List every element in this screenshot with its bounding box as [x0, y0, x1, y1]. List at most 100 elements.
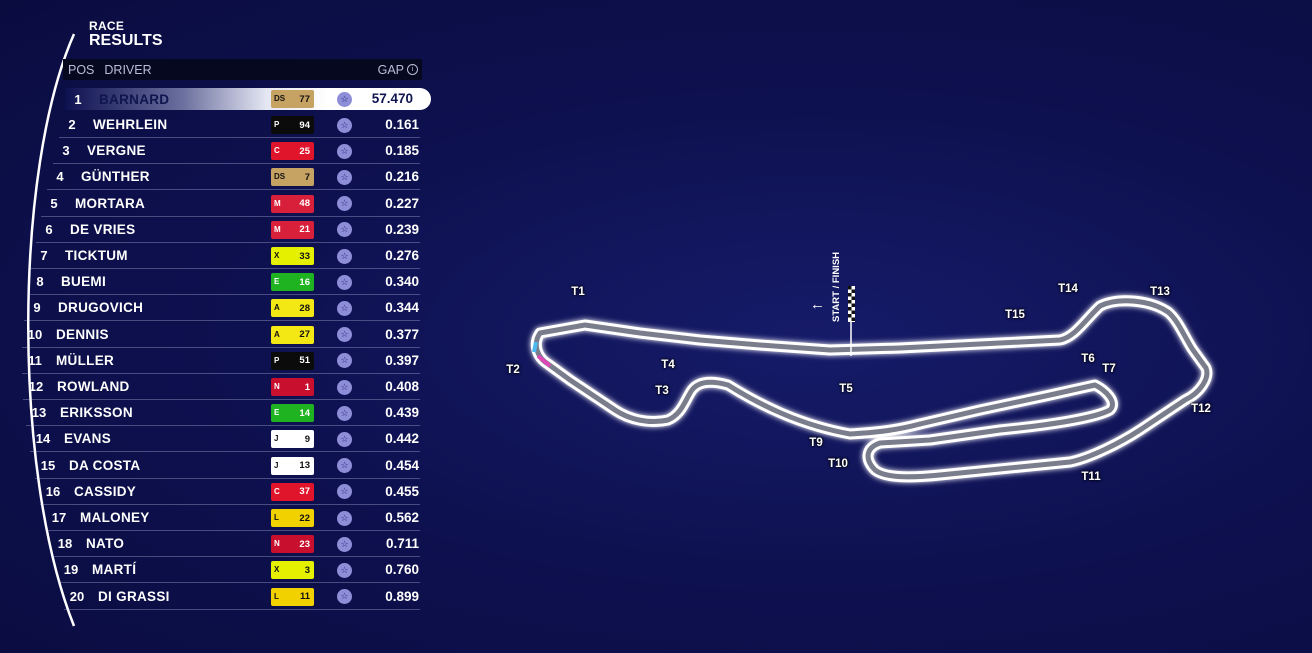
turn-label: T9: [809, 437, 823, 449]
fan-boost-star-icon[interactable]: ☆: [337, 379, 352, 395]
row-gap: 0.344: [385, 300, 419, 316]
table-row[interactable]: 18 NATO N 23 ☆ 0.711: [52, 531, 420, 558]
row-position: 19: [63, 562, 79, 578]
team-badge: A 27: [271, 325, 314, 344]
row-position: 8: [36, 274, 44, 290]
fan-boost-star-icon[interactable]: ☆: [337, 589, 352, 605]
row-position: 16: [45, 483, 61, 499]
team-logo-icon: A: [274, 329, 280, 339]
team-logo-icon: DS: [274, 94, 286, 103]
fan-boost-star-icon[interactable]: ☆: [337, 300, 352, 316]
turn-label: T6: [1081, 353, 1095, 365]
turn-label: T10: [828, 458, 848, 470]
fan-boost-star-icon[interactable]: ☆: [337, 431, 352, 447]
row-position: 13: [31, 405, 47, 421]
car-number: 16: [299, 276, 310, 288]
fan-boost-star-icon[interactable]: ☆: [337, 274, 352, 290]
car-number: 14: [299, 407, 310, 419]
car-number: 48: [299, 198, 310, 210]
fan-boost-star-icon[interactable]: ☆: [337, 510, 352, 526]
table-row[interactable]: 7 TICKTUM X 33 ☆ 0.276: [31, 243, 420, 269]
row-gap: 0.185: [385, 143, 419, 159]
team-badge: N1: [271, 378, 314, 396]
team-logo-icon: E: [274, 408, 280, 418]
team-badge: N 23: [271, 535, 314, 554]
start-finish-label: START / FINISH: [831, 252, 842, 322]
table-row[interactable]: 19 MARTÍ X 3 ☆ 0.760: [58, 557, 420, 584]
table-row[interactable]: 3 VERGNE C 25 ☆ 0.185: [53, 138, 420, 165]
car-number: 9: [304, 433, 310, 445]
row-position: 6: [45, 221, 53, 237]
table-row[interactable]: 13 ERIKSSON E 14 ☆ 0.439: [26, 400, 420, 427]
car-number: 21: [299, 224, 310, 236]
table-row[interactable]: 14 EVANS J 9 ☆ 0.442: [30, 426, 420, 453]
team-badge: M 48: [271, 194, 314, 213]
table-row[interactable]: 12 ROWLAND N 1 ☆ 0.408: [23, 374, 420, 400]
car-number: 11: [299, 591, 310, 603]
header-pos: POS: [68, 62, 95, 77]
fan-boost-star-icon[interactable]: ☆: [337, 536, 352, 552]
team-logo-icon: C: [274, 486, 280, 496]
table-row[interactable]: 1 BARNARD DS 77 ☆ 57.470: [65, 88, 431, 110]
team-badge: M 21: [271, 220, 314, 239]
info-icon[interactable]: i: [407, 64, 418, 75]
team-logo-icon: C: [274, 146, 280, 156]
table-row[interactable]: 11 MÜLLER P 51 ☆ 0.397: [22, 348, 420, 374]
team-badge: L 22: [271, 509, 314, 527]
row-position: 14: [35, 431, 51, 447]
team-logo-icon: J: [274, 460, 279, 470]
row-gap: 0.562: [385, 510, 419, 525]
row-gap: 0.227: [385, 195, 419, 211]
track-outline: [530, 286, 1213, 483]
turn-label: T13: [1150, 286, 1170, 298]
fan-boost-star-icon[interactable]: ☆: [337, 562, 352, 578]
table-row[interactable]: 8 BUEMI E 16 ☆ 0.340: [27, 269, 420, 296]
row-position: 7: [40, 248, 48, 263]
fan-boost-star-icon[interactable]: ☆: [337, 248, 352, 264]
row-position: 9: [33, 300, 41, 316]
fan-boost-star-icon[interactable]: ☆: [337, 196, 352, 212]
table-row[interactable]: 2 WEHRLEIN P 94 ☆ 0.161: [59, 112, 420, 138]
fan-boost-star-icon[interactable]: ☆: [337, 143, 352, 159]
row-position: 4: [56, 169, 64, 185]
fan-boost-star-icon[interactable]: ☆: [337, 327, 352, 343]
table-row[interactable]: 15 DA COSTA J 13 ☆ 0.454: [35, 453, 420, 479]
team-logo-icon: P: [274, 120, 280, 129]
table-row[interactable]: 9 DRUGOVICH A 28 ☆ 0.344: [24, 295, 420, 322]
table-row[interactable]: 16 CASSIDY C 37 ☆ 0.455: [40, 479, 420, 505]
team-badge: J9: [271, 430, 314, 449]
fan-boost-star-icon[interactable]: ☆: [337, 91, 352, 107]
row-gap: 0.439: [385, 405, 419, 421]
team-badge: E 14: [271, 404, 314, 423]
row-position: 11: [28, 352, 42, 368]
turn-label: T12: [1191, 403, 1211, 415]
table-row[interactable]: 6 DE VRIES M 21 ☆ 0.239: [36, 217, 420, 243]
table-row[interactable]: 17 MALONEY L 22 ☆ 0.562: [46, 505, 420, 531]
table-row[interactable]: 5 MORTARA M 48 ☆ 0.227: [41, 191, 420, 217]
team-badge: P 94: [271, 116, 314, 134]
team-logo-icon: P: [274, 355, 280, 365]
header-gap: GAP i: [378, 63, 418, 77]
table-row[interactable]: 20 DI GRASSI L 11 ☆ 0.899: [64, 584, 420, 610]
table-row[interactable]: 10 DENNIS A 27 ☆ 0.377: [22, 322, 420, 348]
turn-label: T2: [506, 364, 520, 376]
team-logo-icon: L: [274, 591, 279, 601]
fan-boost-star-icon[interactable]: ☆: [337, 117, 352, 133]
car-number: 37: [299, 486, 310, 498]
team-badge: DS 77: [271, 90, 314, 108]
fan-boost-star-icon[interactable]: ☆: [337, 169, 352, 185]
car-number: 1: [304, 381, 310, 393]
row-gap: 0.276: [385, 248, 419, 263]
fan-boost-star-icon[interactable]: ☆: [337, 405, 352, 421]
team-logo-icon: DS: [274, 172, 286, 182]
row-gap: 0.442: [385, 431, 419, 447]
team-logo-icon: M: [274, 224, 281, 234]
table-row[interactable]: 4 GÜNTHER DS 7 ☆ 0.216: [47, 164, 420, 191]
team-badge: X3: [271, 561, 314, 580]
row-position: 1: [74, 91, 82, 107]
team-badge: C 25: [271, 142, 314, 161]
row-position: 18: [57, 536, 73, 552]
fan-boost-star-icon[interactable]: ☆: [337, 458, 352, 474]
header-driver: DRIVER: [104, 62, 152, 77]
car-number: 23: [299, 538, 310, 550]
